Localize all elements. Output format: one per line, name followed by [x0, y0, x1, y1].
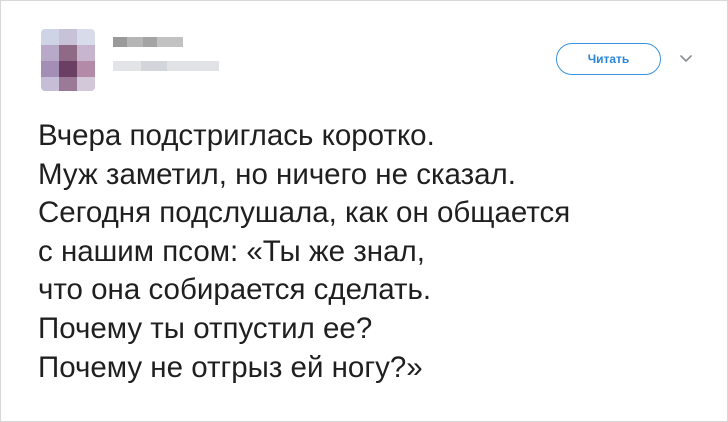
tweet-line: Почему ты отпустил ее?: [38, 311, 373, 345]
tweet-line: Муж заметил, но ничего не сказал.: [38, 157, 516, 191]
tweet-line: Сегодня подслушала, как он общается: [38, 196, 571, 230]
tweet-line: Почему не отгрыз ей ногу?»: [38, 350, 423, 384]
tweet-line: Вчера подстриглась коротко.: [38, 119, 435, 152]
avatar[interactable]: [41, 29, 95, 91]
tweet-line: с нашим псом: «Ты же знал,: [38, 234, 425, 268]
tweet-card: Читать Вчера подстриглась коротко. Муж за…: [0, 0, 728, 422]
tweet-line: что она собирается сделать.: [38, 273, 432, 307]
follow-button[interactable]: Читать: [556, 43, 661, 75]
tweet-text: Вчера подстриглась коротко. Муж заметил, …: [38, 117, 718, 387]
chevron-down-icon[interactable]: [678, 50, 694, 66]
follow-button-label: Читать: [587, 52, 630, 66]
